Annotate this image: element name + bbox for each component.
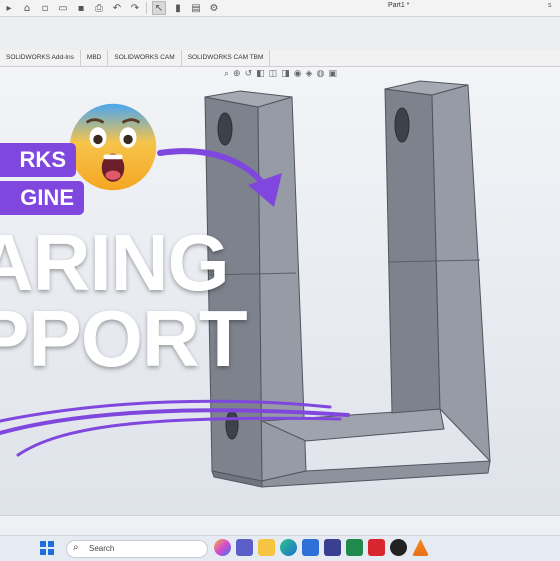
purple-badge-line-1: RKS: [0, 143, 76, 177]
title-bar: ▸ ⌂ ▫ ▭ ▪ ⎙ ↶ ↷ ↖ ▮ ▤ ⚙ Part1 * s: [0, 0, 560, 17]
store-icon[interactable]: [302, 539, 319, 556]
rebuild-icon[interactable]: ▮: [172, 2, 184, 14]
shocked-face-emoji-icon: [69, 103, 157, 191]
media-icon[interactable]: [390, 539, 407, 556]
select-icon[interactable]: ↖: [152, 1, 166, 15]
start-button-icon[interactable]: [40, 541, 54, 555]
purple-badge-line-2: GINE: [0, 181, 84, 215]
headline-line-1: ARING: [0, 218, 230, 307]
edge-icon[interactable]: [280, 539, 297, 556]
document-title: Part1 *: [388, 2, 410, 9]
new-file-icon[interactable]: ▫: [39, 2, 51, 14]
purple-arrow: [157, 148, 275, 202]
command-manager-area: [0, 17, 560, 50]
excel-icon[interactable]: [346, 539, 363, 556]
file-properties-icon[interactable]: ▤: [190, 2, 202, 14]
open-icon[interactable]: ▭: [57, 2, 69, 14]
taskbar-search-box[interactable]: ⌕ Search: [66, 540, 208, 558]
tab-solidworks-add-ins[interactable]: SOLIDWORKS Add-Ins: [0, 50, 81, 66]
purple-scribble-3: [16, 416, 342, 457]
app-icon[interactable]: [324, 539, 341, 556]
undo-icon[interactable]: ↶: [111, 2, 123, 14]
search-icon: ⌕: [73, 542, 79, 553]
tab-solidworks-cam[interactable]: SOLIDWORKS CAM: [108, 50, 182, 66]
quick-access-toolbar: ▸ ⌂ ▫ ▭ ▪ ⎙ ↶ ↷ ↖ ▮ ▤ ⚙: [0, 1, 223, 15]
print-icon[interactable]: ⎙: [93, 2, 105, 14]
save-icon[interactable]: ▪: [75, 2, 87, 14]
command-tabs: SOLIDWORKS Add-Ins MBD SOLIDWORKS CAM SO…: [0, 50, 560, 67]
purple-arrow-head: [248, 173, 282, 207]
tab-mbd[interactable]: MBD: [81, 50, 109, 66]
teams-icon[interactable]: [236, 539, 253, 556]
tab-solidworks-cam-tbm[interactable]: SOLIDWORKS CAM TBM: [182, 50, 271, 66]
home-icon[interactable]: ⌂: [21, 2, 33, 14]
solidworks-icon[interactable]: [368, 539, 385, 556]
status-bar: [0, 515, 560, 536]
search-placeholder: Search: [89, 544, 115, 553]
redo-icon[interactable]: ↷: [129, 2, 141, 14]
copilot-icon[interactable]: [214, 539, 231, 556]
windows-taskbar: ⌕ Search: [0, 535, 560, 561]
graphics-viewport[interactable]: ⌕ ⊕ ↺ ◧ ◫ ◨ ◉ ◈ ◍ ▣ RKS GINE ARING PPORT: [0, 67, 560, 515]
title-right-label: s: [548, 2, 552, 9]
vlc-icon[interactable]: [412, 539, 429, 556]
headline-line-2: PPORT: [0, 294, 248, 383]
file-explorer-icon[interactable]: [258, 539, 275, 556]
taskbar-apps: [214, 539, 429, 556]
options-icon[interactable]: ⚙: [208, 2, 220, 14]
toolbar-divider: [146, 2, 147, 14]
solidworks-logo-icon[interactable]: ▸: [3, 2, 15, 14]
